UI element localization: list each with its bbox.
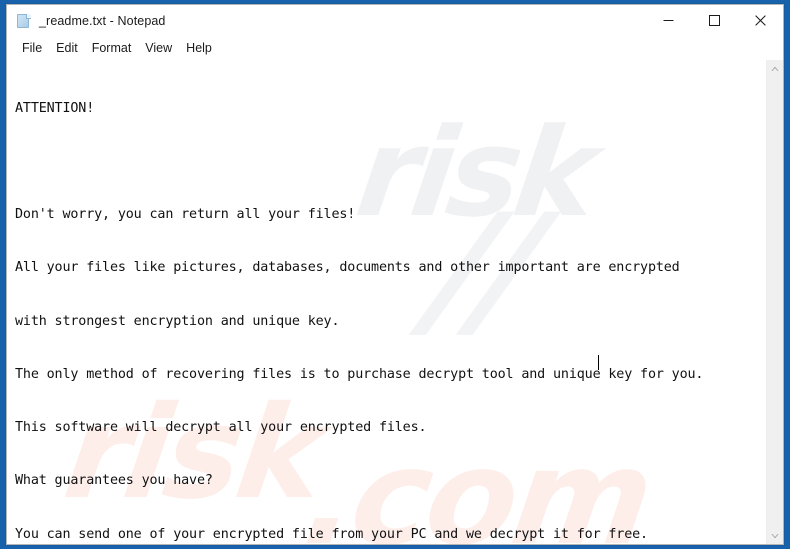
menu-item-help[interactable]: Help [179,39,219,58]
minimize-button[interactable] [645,5,691,36]
menu-item-file[interactable]: File [15,39,49,58]
text-line [15,153,766,171]
vertical-scrollbar[interactable] [766,60,783,544]
scroll-down-button[interactable] [767,527,784,544]
menu-item-edit[interactable]: Edit [49,39,85,58]
chevron-down-icon [771,533,779,538]
text-caret [598,355,599,370]
maximize-button[interactable] [691,5,737,36]
text-line: What guarantees you have? [15,473,213,489]
close-button[interactable] [737,5,783,36]
maximize-icon [708,15,720,26]
menu-bar: File Edit Format View Help [7,36,783,60]
text-line: with strongest encryption and unique key… [15,313,340,329]
ransom-note-text[interactable]: ATTENTION! Don't worry, you can return a… [7,60,766,544]
text-line: You can send one of your encrypted file … [15,526,648,542]
text-line: This software will decrypt all your encr… [15,420,427,435]
menu-item-format[interactable]: Format [85,39,139,58]
notepad-document-icon [16,13,32,29]
text-line: ATTENTION! [15,100,95,116]
close-icon [754,15,766,26]
window-controls [645,5,783,36]
window-title: _readme.txt - Notepad [39,13,166,28]
text-line: All your files like pictures, databases,… [15,260,680,276]
text-editor[interactable]: // risk risk .com ATTENTION! Don't worry… [7,60,766,544]
scroll-up-button[interactable] [767,60,784,77]
notepad-window: _readme.txt - Notepad File Edit Format V… [6,4,784,545]
title-bar[interactable]: _readme.txt - Notepad [7,5,783,36]
text-line: The only method of recovering files is t… [15,366,704,382]
desktop-background: _readme.txt - Notepad File Edit Format V… [0,0,790,549]
editor-area: // risk risk .com ATTENTION! Don't worry… [7,60,783,544]
text-line: Don't worry, you can return all your fil… [15,207,356,222]
menu-item-view[interactable]: View [138,39,179,58]
chevron-up-icon [771,66,779,71]
minimize-icon [663,20,673,21]
